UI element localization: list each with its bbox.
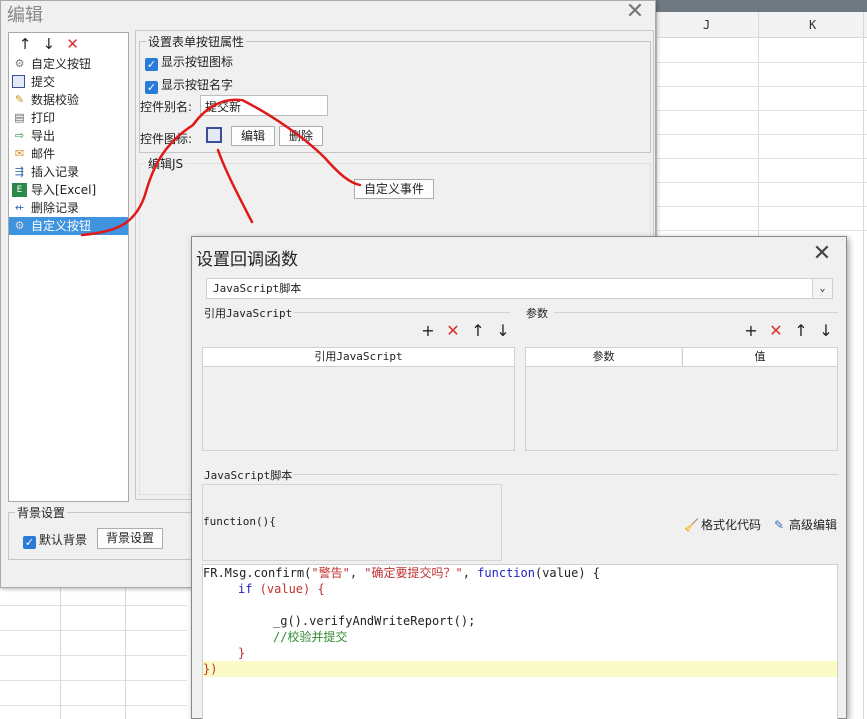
- ref-js-label: 引用JavaScript: [204, 307, 293, 320]
- background-legend: 背景设置: [15, 504, 68, 521]
- callback-dialog: 设置回调函数 ✕ JavaScript脚本 ⌄ 引用JavaScript 参数 …: [191, 236, 847, 719]
- custom-event-button[interactable]: 自定义事件: [354, 179, 434, 199]
- params-table: 参数 值: [525, 347, 838, 451]
- export-icon: ⇨: [14, 129, 25, 142]
- js-script-label: JavaScript脚本: [204, 469, 293, 482]
- background-settings-button[interactable]: 背景设置: [97, 528, 163, 549]
- add-icon[interactable]: +: [741, 322, 761, 340]
- column-k-header[interactable]: K: [809, 18, 816, 32]
- move-down-icon[interactable]: ↓: [493, 322, 513, 340]
- column-j-header[interactable]: J: [703, 18, 710, 32]
- close-icon[interactable]: ✕: [623, 1, 647, 23]
- broom-icon: 🧹: [684, 518, 699, 532]
- icon-label: 控件图标:: [140, 132, 193, 146]
- list-item-print[interactable]: ▤ 打印: [9, 109, 128, 127]
- params-label: 参数: [526, 307, 548, 320]
- delete-icon[interactable]: ✕: [63, 33, 83, 55]
- move-up-icon[interactable]: ↑: [791, 322, 811, 340]
- button-props-legend: 设置表单按钮属性: [146, 33, 247, 50]
- edit-dialog-title: 编辑: [7, 5, 43, 26]
- ref-js-table: 引用JavaScript: [202, 347, 515, 451]
- move-up-icon[interactable]: ↑: [468, 322, 488, 340]
- delete-button[interactable]: 删除: [279, 126, 323, 146]
- format-code-button[interactable]: 🧹 格式化代码: [684, 516, 761, 533]
- pencil-icon: ✎: [14, 93, 25, 106]
- code-line: }: [238, 646, 246, 660]
- gear-icon: ⚙: [14, 57, 25, 70]
- list-item-export[interactable]: ⇨ 导出: [9, 127, 128, 145]
- code-line: //校验并提交: [273, 630, 348, 644]
- list-item-mail[interactable]: ✉ 邮件: [9, 145, 128, 163]
- insert-record-icon: ⇶: [14, 165, 25, 178]
- edit-js-legend: 编辑JS: [146, 155, 186, 172]
- edit-icon: ✎: [773, 518, 785, 532]
- move-up-icon[interactable]: ↑: [15, 33, 35, 55]
- list-item-custom-button-selected[interactable]: ⚙ 自定义按钮: [9, 217, 128, 235]
- printer-icon: ▤: [14, 111, 25, 124]
- default-background-checkbox[interactable]: ✓ 默认背景: [23, 531, 87, 549]
- move-down-icon[interactable]: ↓: [816, 322, 836, 340]
- mail-icon: ✉: [14, 147, 25, 160]
- show-icon-checkbox[interactable]: ✓ 显示按钮图标: [145, 53, 233, 71]
- chevron-down-icon[interactable]: ⌄: [812, 279, 832, 298]
- list-toolbar: ↑ ↓ ✕: [9, 33, 128, 55]
- advanced-edit-button[interactable]: ✎ 高级编辑: [772, 516, 837, 533]
- list-item-submit[interactable]: 提交: [9, 73, 128, 91]
- list-item-insert-record[interactable]: ⇶ 插入记录: [9, 163, 128, 181]
- window-top-bar: [656, 0, 867, 12]
- excel-icon: E: [12, 183, 27, 197]
- code-line: }): [203, 661, 837, 677]
- ref-js-column-header[interactable]: 引用JavaScript: [203, 348, 514, 367]
- code-line: FR.Msg.confirm("警告", "确定要提交吗？", function…: [203, 566, 601, 580]
- list-item-data-validate[interactable]: ✎ 数据校验: [9, 91, 128, 109]
- add-icon[interactable]: +: [418, 322, 438, 340]
- edit-button[interactable]: 编辑: [231, 126, 275, 146]
- save-icon[interactable]: [206, 127, 222, 143]
- code-line: if (value) {: [238, 582, 325, 596]
- code-line: _g().verifyAndWriteReport();: [273, 614, 476, 628]
- value-column-header[interactable]: 值: [682, 348, 837, 367]
- list-item-custom-button[interactable]: ⚙ 自定义按钮: [9, 55, 128, 73]
- delete-icon[interactable]: ✕: [766, 322, 786, 340]
- list-item-import-excel[interactable]: E 导入[Excel]: [9, 181, 128, 199]
- gear-icon: ⚙: [14, 219, 25, 232]
- delete-icon[interactable]: ✕: [443, 322, 463, 340]
- save-icon: [12, 75, 25, 88]
- alias-input[interactable]: 提交新: [200, 95, 328, 116]
- close-icon[interactable]: ✕: [809, 243, 835, 265]
- callback-dialog-title: 设置回调函数: [196, 250, 298, 270]
- button-list: ↑ ↓ ✕ ⚙ 自定义按钮 提交 ✎ 数据校验 ▤ 打印 ⇨ 导出 ✉ 邮件 ⇶ 插入记录 …: [8, 32, 129, 502]
- list-item-delete-record[interactable]: ⇷ 删除记录: [9, 199, 128, 217]
- param-column-header[interactable]: 参数: [526, 348, 681, 367]
- function-header: function(){: [202, 484, 502, 561]
- delete-record-icon: ⇷: [14, 201, 25, 214]
- show-name-checkbox[interactable]: ✓ 显示按钮名字: [145, 76, 233, 94]
- alias-label: 控件别名:: [140, 100, 193, 114]
- move-down-icon[interactable]: ↓: [39, 33, 59, 55]
- script-type-select[interactable]: JavaScript脚本 ⌄: [206, 278, 833, 299]
- code-editor[interactable]: FR.Msg.confirm("警告", "确定要提交吗？", function…: [202, 564, 838, 719]
